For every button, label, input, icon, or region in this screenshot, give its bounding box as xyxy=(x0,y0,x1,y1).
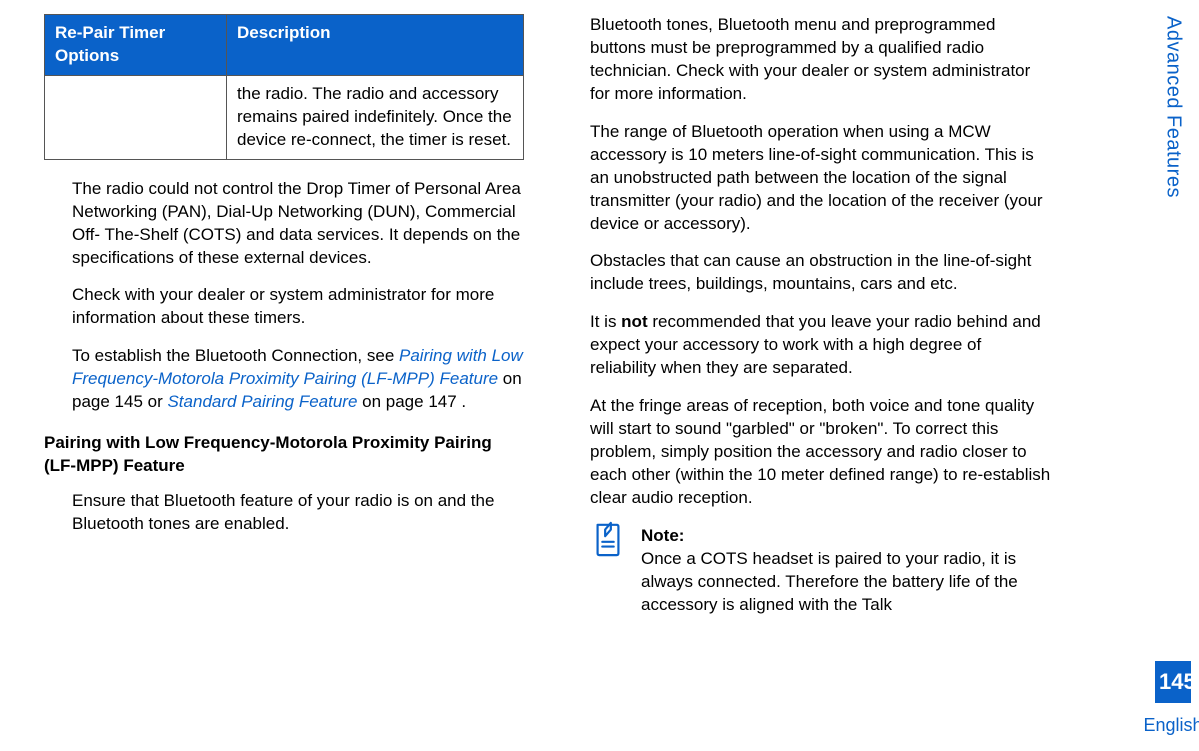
table-row: the radio. The radio and accessory remai… xyxy=(45,75,524,159)
dealer-info-paragraph: Check with your dealer or system adminis… xyxy=(72,284,524,330)
bluetooth-programming-paragraph: Bluetooth tones, Bluetooth menu and prep… xyxy=(590,14,1052,106)
text-fragment: To establish the Bluetooth Connection, s… xyxy=(72,346,399,365)
bluetooth-connection-paragraph: To establish the Bluetooth Connection, s… xyxy=(72,345,524,414)
bold-not: not xyxy=(621,312,647,331)
link-standard-pairing[interactable]: Standard Pairing Feature xyxy=(167,392,357,411)
page-sidebar: Advanced Features 145 English xyxy=(1155,12,1191,739)
table-header-options: Re-Pair Timer Options xyxy=(45,15,227,76)
language-label: English xyxy=(1143,713,1199,737)
repair-timer-table: Re-Pair Timer Options Description the ra… xyxy=(44,14,524,160)
text-fragment: It is xyxy=(590,312,621,331)
drop-timer-paragraph: The radio could not control the Drop Tim… xyxy=(72,178,524,270)
note-title: Note: xyxy=(641,525,1052,548)
text-fragment: recommended that you leave your radio be… xyxy=(590,312,1041,377)
note-body-text: Once a COTS headset is paired to your ra… xyxy=(641,549,1018,614)
page-number: 145 xyxy=(1155,661,1191,703)
table-cell-options xyxy=(45,75,227,159)
section-heading-lf-mpp: Pairing with Low Frequency-Motorola Prox… xyxy=(44,432,524,478)
bluetooth-ensure-paragraph: Ensure that Bluetooth feature of your ra… xyxy=(72,490,524,536)
chapter-label: Advanced Features xyxy=(1160,16,1187,198)
text-fragment: on page 147 . xyxy=(357,392,466,411)
note-icon xyxy=(590,525,626,561)
table-header-description: Description xyxy=(227,15,524,76)
bluetooth-range-paragraph: The range of Bluetooth operation when us… xyxy=(590,121,1052,236)
obstacles-paragraph: Obstacles that can cause an obstruction … xyxy=(590,250,1052,296)
table-cell-description: the radio. The radio and accessory remai… xyxy=(227,75,524,159)
note-block: Note: Once a COTS headset is paired to y… xyxy=(590,525,1052,617)
not-recommended-paragraph: It is not recommended that you leave you… xyxy=(590,311,1052,380)
fringe-areas-paragraph: At the fringe areas of reception, both v… xyxy=(590,395,1052,510)
